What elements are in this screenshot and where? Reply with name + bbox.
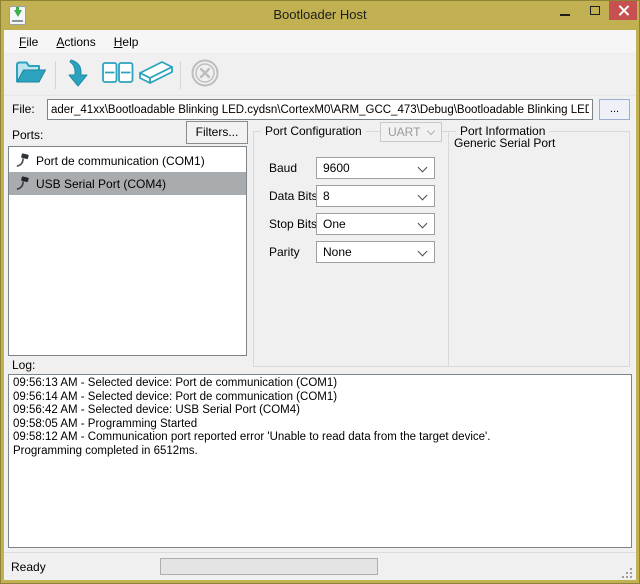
- log-label: Log:: [12, 358, 35, 372]
- abort-button: [186, 58, 224, 92]
- serial-port-icon: [15, 153, 30, 168]
- stop-bits-select[interactable]: One: [316, 213, 435, 235]
- stop-bits-label: Stop Bits: [269, 217, 317, 231]
- menu-help[interactable]: Help: [105, 32, 148, 52]
- file-path-input[interactable]: [47, 99, 593, 120]
- menu-actions[interactable]: Actions: [47, 32, 104, 52]
- log-line: 09:58:12 AM - Communication port reporte…: [13, 431, 627, 445]
- log-line: Programming completed in 6512ms.: [13, 445, 627, 459]
- menu-bar: File Actions Help: [4, 30, 636, 54]
- toolbar: [4, 55, 636, 96]
- port-name: Port de communication (COM1): [36, 154, 205, 168]
- port-information-text: Generic Serial Port: [454, 136, 555, 150]
- verify-icon: [101, 60, 135, 91]
- client-area: File Actions Help: [4, 30, 636, 580]
- file-row: File: ...: [4, 96, 636, 122]
- maximize-button[interactable]: [584, 1, 606, 20]
- stop-bits-row: Stop Bits One: [254, 213, 448, 235]
- program-icon: [67, 58, 93, 93]
- close-button[interactable]: [609, 1, 637, 20]
- app-window: Bootloader Host File Actions Help: [0, 0, 640, 584]
- port-list-item-com4[interactable]: USB Serial Port (COM4): [9, 172, 246, 195]
- file-label: File:: [12, 102, 35, 116]
- toolbar-separator: [180, 61, 181, 89]
- toolbar-separator: [55, 61, 56, 89]
- parity-row: Parity None: [254, 241, 448, 263]
- erase-button[interactable]: [137, 58, 175, 92]
- verify-button[interactable]: [99, 58, 137, 92]
- parity-select[interactable]: None: [316, 241, 435, 263]
- log-line: 09:56:42 AM - Selected device: USB Seria…: [13, 404, 627, 418]
- log-output[interactable]: 09:56:13 AM - Selected device: Port de c…: [8, 374, 632, 548]
- ports-list: Port de communication (COM1) USB Serial …: [8, 146, 247, 356]
- close-icon: [618, 5, 629, 16]
- parity-label: Parity: [269, 245, 300, 259]
- menu-file[interactable]: File: [10, 32, 47, 52]
- maximize-icon: [590, 6, 600, 15]
- browse-button[interactable]: ...: [599, 99, 630, 120]
- log-line: 09:58:05 AM - Programming Started: [13, 418, 627, 432]
- program-button[interactable]: [61, 58, 99, 92]
- open-file-icon: [14, 59, 48, 92]
- baud-select[interactable]: 9600: [316, 157, 435, 179]
- minimize-button[interactable]: [554, 1, 576, 20]
- port-configuration-title: Port Configuration: [261, 124, 366, 138]
- protocol-select: UART: [380, 122, 442, 142]
- port-list-item-com1[interactable]: Port de communication (COM1): [9, 149, 246, 172]
- status-bar: Ready: [4, 552, 636, 580]
- title-bar[interactable]: Bootloader Host: [0, 0, 640, 30]
- baud-row: Baud 9600: [254, 157, 448, 179]
- baud-label: Baud: [269, 161, 297, 175]
- window-title: Bootloader Host: [0, 7, 640, 22]
- ports-label: Ports:: [12, 128, 43, 142]
- abort-icon: [190, 58, 220, 93]
- data-bits-row: Data Bits 8: [254, 185, 448, 207]
- resize-grip-icon[interactable]: [622, 566, 633, 577]
- port-name: USB Serial Port (COM4): [36, 177, 166, 191]
- log-line: 09:56:13 AM - Selected device: Port de c…: [13, 377, 627, 391]
- erase-icon: [137, 59, 175, 92]
- filters-button[interactable]: Filters...: [186, 121, 248, 144]
- status-text: Ready: [11, 560, 46, 574]
- log-line: 09:56:14 AM - Selected device: Port de c…: [13, 391, 627, 405]
- data-bits-label: Data Bits: [269, 189, 318, 203]
- serial-port-icon: [15, 176, 30, 191]
- progress-bar: [160, 558, 378, 575]
- data-bits-select[interactable]: 8: [316, 185, 435, 207]
- open-file-button[interactable]: [12, 58, 50, 92]
- port-information-group: Port Information Generic Serial Port: [448, 131, 630, 367]
- port-configuration-group: Port Configuration UART Baud 9600 Data B…: [253, 131, 449, 367]
- minimize-icon: [560, 14, 570, 16]
